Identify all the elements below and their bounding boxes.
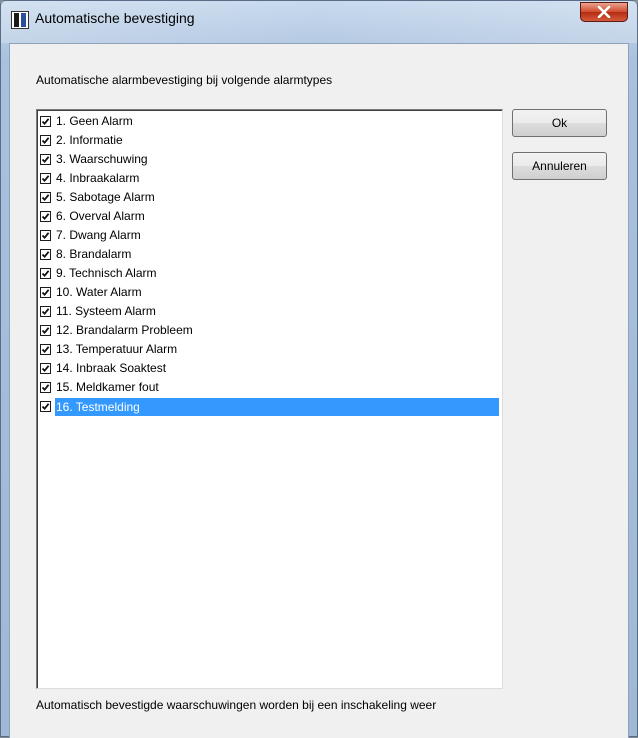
list-item-label: 7. Dwang Alarm [56,228,141,242]
checkmark-icon [41,251,50,259]
checkmark-icon [41,289,50,297]
list-item[interactable]: 6. Overval Alarm [40,207,499,226]
list-item-label: 11. Systeem Alarm [56,304,156,318]
checkbox[interactable] [40,363,51,374]
checkmark-icon [41,308,50,316]
list-item-label: 1. Geen Alarm [56,114,133,128]
checkbox[interactable] [40,268,51,279]
list-item[interactable]: 15. Meldkamer fout [40,378,499,397]
list-item[interactable]: 9. Technisch Alarm [40,264,499,283]
app-icon [11,11,29,29]
checklist-items: 1. Geen Alarm 2. Informatie 3. Waarschuwin… [40,112,499,416]
list-item[interactable]: 16. Testmelding [40,397,499,416]
checkbox[interactable] [40,344,51,355]
list-item[interactable]: 11. Systeem Alarm [40,302,499,321]
list-item-label: 5. Sabotage Alarm [56,190,155,204]
checkbox[interactable] [40,230,51,241]
list-item[interactable]: 10. Water Alarm [40,283,499,302]
list-item[interactable]: 13. Temperatuur Alarm [40,340,499,359]
title-bar[interactable]: Automatische bevestiging [1,1,637,43]
list-item-label: 16. Testmelding [55,397,499,416]
checkmark-icon [41,270,50,278]
checkbox[interactable] [40,116,51,127]
checkbox[interactable] [40,325,51,336]
checkbox[interactable] [40,192,51,203]
close-button[interactable] [580,2,628,22]
checkbox[interactable] [40,211,51,222]
list-item-label: 8. Brandalarm [56,247,132,261]
list-item-label: 10. Water Alarm [56,285,142,299]
checkmark-icon [41,194,50,202]
list-item[interactable]: 12. Brandalarm Probleem [40,321,499,340]
list-item-label: 12. Brandalarm Probleem [56,323,193,337]
checkmark-icon [41,384,50,392]
list-item-label: 6. Overval Alarm [56,209,145,223]
checkbox[interactable] [40,173,51,184]
close-icon [597,6,611,18]
alarm-type-checklist[interactable]: 1. Geen Alarm 2. Informatie 3. Waarschuwin… [36,109,503,689]
list-item[interactable]: 4. Inbraakalarm [40,169,499,188]
list-item[interactable]: 14. Inbraak Soaktest [40,359,499,378]
list-item-label: 14. Inbraak Soaktest [56,361,167,375]
checkbox[interactable] [40,382,51,393]
checkmark-icon [41,118,50,126]
checkmark-icon [41,327,50,335]
list-item-label: 13. Temperatuur Alarm [56,342,178,356]
list-item-label: 9. Technisch Alarm [56,266,157,280]
checkmark-icon [41,346,50,354]
checkmark-icon [41,137,50,145]
list-item[interactable]: 3. Waarschuwing [40,150,499,169]
checkmark-icon [41,232,50,240]
checkbox[interactable] [40,306,51,317]
checkbox[interactable] [40,287,51,298]
list-item-label: 3. Waarschuwing [56,152,148,166]
cancel-button[interactable]: Annuleren [512,152,607,180]
checkbox[interactable] [40,154,51,165]
checkmark-icon [41,213,50,221]
checkmark-icon [41,175,50,183]
list-item[interactable]: 5. Sabotage Alarm [40,188,499,207]
list-item[interactable]: 7. Dwang Alarm [40,226,499,245]
checkbox[interactable] [40,135,51,146]
checkbox[interactable] [40,249,51,260]
checkbox[interactable] [40,401,51,412]
list-item[interactable]: 8. Brandalarm [40,245,499,264]
checkmark-icon [41,403,50,411]
list-item-label: 4. Inbraakalarm [56,171,140,185]
list-item[interactable]: 1. Geen Alarm [40,112,499,131]
instruction-label: Automatische alarmbevestiging bij volgen… [36,73,333,87]
dialog-client-area: Automatische alarmbevestiging bij volgen… [9,43,629,738]
ok-button[interactable]: Ok [512,109,607,137]
window-title: Automatische bevestiging [35,10,195,26]
list-item-label: 2. Informatie [56,133,123,147]
list-item-label: 15. Meldkamer fout [56,380,159,394]
checkmark-icon [41,156,50,164]
dialog-window: Automatische bevestiging Automatische al… [0,0,638,738]
list-item[interactable]: 2. Informatie [40,131,499,150]
checkmark-icon [41,365,50,373]
footer-note: Automatisch bevestigde waarschuwingen wo… [36,698,437,712]
